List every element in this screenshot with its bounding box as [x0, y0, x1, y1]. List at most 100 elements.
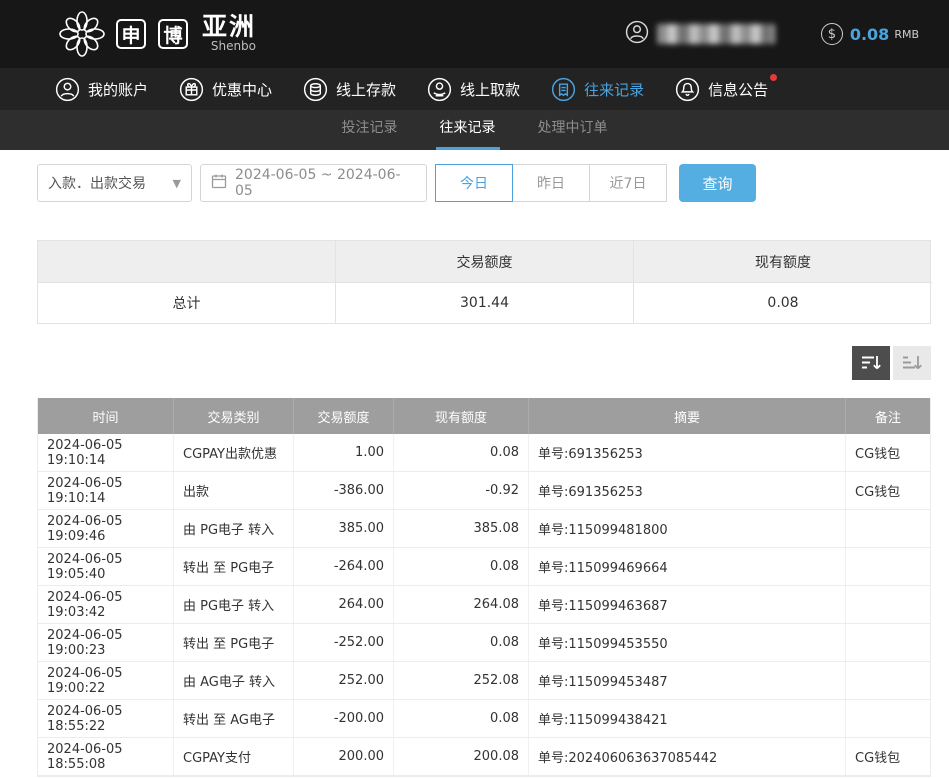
cell-balance: 0.08 — [394, 624, 529, 661]
cell-amount: 252.00 — [294, 662, 394, 699]
cell-remark: CG钱包 — [846, 434, 930, 471]
cell-balance: 0.08 — [394, 548, 529, 585]
date-range-value: 2024-06-05 ~ 2024-06-05 — [235, 167, 416, 199]
table-row: 2024-06-05 18:55:08 CGPAY支付 200.00 200.0… — [38, 738, 930, 776]
hand-coin-icon — [427, 77, 452, 102]
sort-descending-button[interactable] — [852, 346, 890, 380]
user-account-chip[interactable] — [625, 20, 775, 48]
nav-item-deposit[interactable]: 线上存款 — [303, 77, 396, 102]
top-right-area: $ 0.08 RMB — [625, 20, 919, 48]
balance-display[interactable]: $ 0.08 RMB — [821, 23, 919, 45]
logo-region: 亚洲 — [202, 14, 256, 39]
top-header: 申 博 亚洲 Shenbo $ 0.08 RMB — [0, 0, 949, 68]
cell-type: 由 PG电子 转入 — [174, 586, 294, 623]
cell-time: 2024-06-05 19:00:23 — [38, 624, 174, 661]
nav-label: 信息公告 — [708, 79, 768, 100]
cell-time: 2024-06-05 18:55:22 — [38, 700, 174, 737]
cell-time: 2024-06-05 18:55:08 — [38, 738, 174, 775]
cell-time: 2024-06-05 19:05:40 — [38, 548, 174, 585]
nav-label: 往来记录 — [584, 79, 644, 100]
calendar-icon — [211, 173, 227, 193]
cell-balance: 0.08 — [394, 700, 529, 737]
notification-dot — [770, 74, 777, 81]
date-range-picker[interactable]: 2024-06-05 ~ 2024-06-05 — [200, 164, 427, 202]
nav-item-announcements[interactable]: 信息公告 — [675, 77, 768, 102]
record-subnav: 投注记录 往来记录 处理中订单 — [0, 110, 949, 150]
cell-remark — [846, 586, 930, 623]
table-row: 2024-06-05 19:00:22 由 AG电子 转入 252.00 252… — [38, 662, 930, 700]
nav-label: 优惠中心 — [212, 79, 272, 100]
sort-ascending-button[interactable] — [893, 346, 931, 380]
cell-balance: 385.08 — [394, 510, 529, 547]
nav-item-my-account[interactable]: 我的账户 — [55, 77, 148, 102]
tab-transaction-records[interactable]: 往来记录 — [436, 110, 500, 150]
cell-time: 2024-06-05 19:09:46 — [38, 510, 174, 547]
balance-amount: 0.08 — [850, 25, 889, 44]
cell-amount: -264.00 — [294, 548, 394, 585]
quick-btn-last7days[interactable]: 近7日 — [589, 164, 667, 202]
table-row: 2024-06-05 19:05:40 转出 至 PG电子 -264.00 0.… — [38, 548, 930, 586]
logo-subtitle: Shenbo — [211, 39, 256, 53]
cell-remark — [846, 624, 930, 661]
cell-type: CGPAY出款优惠 — [174, 434, 294, 471]
cell-time: 2024-06-05 19:10:14 — [38, 434, 174, 471]
header-time: 时间 — [38, 398, 174, 434]
cell-amount: 1.00 — [294, 434, 394, 471]
main-navbar: 我的账户 优惠中心 线上存款 线上取款 — [0, 68, 949, 110]
table-body: 2024-06-05 19:10:14 CGPAY出款优惠 1.00 0.08 … — [38, 434, 930, 776]
cell-remark — [846, 662, 930, 699]
summary-total-row: 总计 301.44 0.08 — [38, 282, 930, 323]
sort-ascending-icon — [902, 354, 922, 372]
dollar-icon: $ — [821, 23, 843, 45]
cell-time: 2024-06-05 19:10:14 — [38, 472, 174, 509]
bell-icon — [675, 77, 700, 102]
summary-total-label: 总计 — [38, 282, 336, 323]
nav-label: 我的账户 — [88, 79, 148, 100]
cell-balance: -0.92 — [394, 472, 529, 509]
cell-summary: 单号:115099469664 — [529, 548, 846, 585]
transactions-table: 时间 交易类别 交易额度 现有额度 摘要 备注 2024-06-05 19:10… — [37, 398, 931, 777]
table-row: 2024-06-05 19:10:14 出款 -386.00 -0.92 单号:… — [38, 472, 930, 510]
cell-amount: -252.00 — [294, 624, 394, 661]
cell-amount: 200.00 — [294, 738, 394, 775]
cell-summary: 单号:115099453487 — [529, 662, 846, 699]
header-amount: 交易额度 — [294, 398, 394, 434]
nav-item-promotions[interactable]: 优惠中心 — [179, 77, 272, 102]
tab-processing-orders[interactable]: 处理中订单 — [534, 110, 612, 150]
quick-date-group: 今日 昨日 近7日 — [435, 164, 667, 202]
cell-balance: 252.08 — [394, 662, 529, 699]
records-icon — [551, 77, 576, 102]
nav-item-withdraw[interactable]: 线上取款 — [427, 77, 520, 102]
search-button[interactable]: 查询 — [679, 164, 756, 202]
nav-item-records[interactable]: 往来记录 — [551, 77, 644, 102]
cell-summary: 单号:115099438421 — [529, 700, 846, 737]
gift-icon — [179, 77, 204, 102]
tab-betting-records[interactable]: 投注记录 — [338, 110, 402, 150]
table-row: 2024-06-05 19:09:46 由 PG电子 转入 385.00 385… — [38, 510, 930, 548]
cell-remark: CG钱包 — [846, 738, 930, 775]
chevron-down-icon: ▼ — [173, 177, 181, 190]
table-row: 2024-06-05 19:00:23 转出 至 PG电子 -252.00 0.… — [38, 624, 930, 662]
cell-balance: 0.08 — [394, 434, 529, 471]
cell-amount: -386.00 — [294, 472, 394, 509]
cell-summary: 单号:691356253 — [529, 434, 846, 471]
quick-btn-today[interactable]: 今日 — [435, 164, 513, 202]
table-row: 2024-06-05 19:10:14 CGPAY出款优惠 1.00 0.08 … — [38, 434, 930, 472]
logo-char-bo: 博 — [158, 19, 188, 49]
coins-icon — [303, 77, 328, 102]
cell-remark — [846, 700, 930, 737]
user-icon — [625, 20, 649, 48]
sort-descending-icon — [861, 354, 881, 372]
cell-time: 2024-06-05 19:03:42 — [38, 586, 174, 623]
cell-type: 出款 — [174, 472, 294, 509]
quick-btn-yesterday[interactable]: 昨日 — [512, 164, 590, 202]
summary-table: 交易额度 现有额度 总计 301.44 0.08 — [37, 240, 931, 324]
nav-label: 线上取款 — [460, 79, 520, 100]
cell-summary: 单号:115099463687 — [529, 586, 846, 623]
cell-type: 由 AG电子 转入 — [174, 662, 294, 699]
brand-logo[interactable]: 申 博 亚洲 Shenbo — [58, 10, 256, 58]
cell-summary: 单号:115099453550 — [529, 624, 846, 661]
table-row: 2024-06-05 18:55:22 转出 至 AG电子 -200.00 0.… — [38, 700, 930, 738]
transaction-type-select[interactable]: 入款．出款交易 ▼ — [37, 164, 192, 202]
cell-balance: 264.08 — [394, 586, 529, 623]
